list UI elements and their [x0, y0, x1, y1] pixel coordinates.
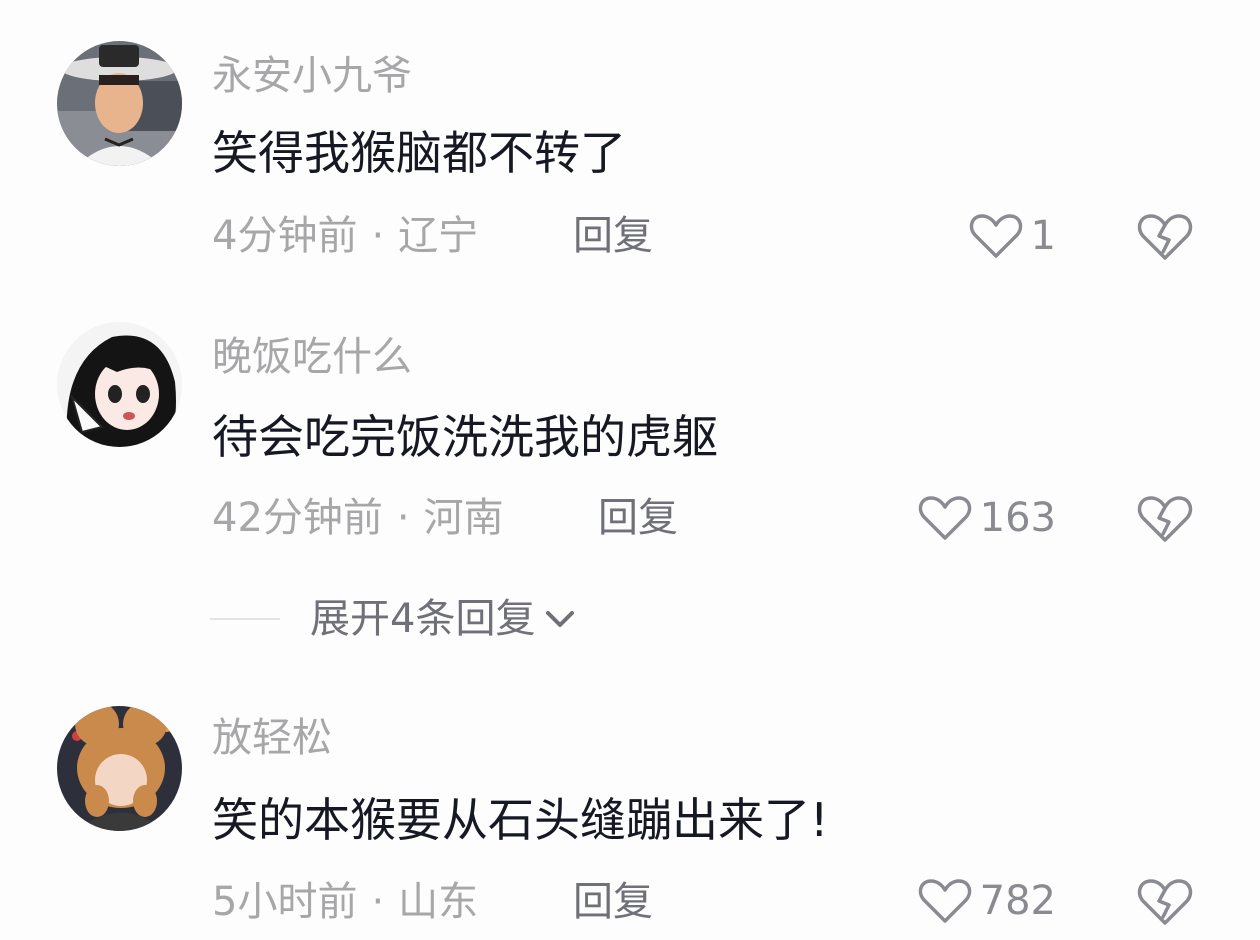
meta-separator: ·	[396, 495, 410, 541]
reply-button[interactable]: 回复	[573, 882, 653, 922]
comment-meta: 42分钟前 · 河南	[212, 498, 504, 538]
comment-location: 河南	[423, 495, 504, 541]
avatar-image-anime-girl	[57, 322, 182, 447]
dislike-button[interactable]	[1137, 492, 1193, 544]
comment-time: 42分钟前	[212, 495, 383, 541]
reply-button[interactable]: 回复	[573, 216, 653, 256]
divider-line	[210, 618, 280, 620]
heart-outline-icon	[969, 214, 1022, 258]
comment-text: 笑得我猴脑都不转了	[212, 126, 626, 180]
heart-outline-icon	[918, 879, 971, 923]
expand-replies-label: 展开4条回复	[310, 596, 536, 642]
like-count: 1	[1030, 213, 1056, 259]
heart-outline-icon	[918, 496, 971, 540]
username[interactable]: 放轻松	[212, 718, 332, 758]
avatar-image-girl-in-bear-hat	[57, 706, 182, 831]
comment-meta: 5小时前 · 山东	[212, 882, 478, 922]
reply-button[interactable]: 回复	[598, 498, 678, 538]
comment-time: 5小时前	[212, 879, 358, 925]
avatar-image-man-with-hat	[57, 41, 182, 166]
comment-location: 辽宁	[398, 213, 479, 259]
avatar[interactable]	[57, 706, 182, 831]
dislike-button[interactable]	[1137, 210, 1193, 262]
dislike-button[interactable]	[1137, 875, 1193, 927]
broken-heart-icon	[1137, 214, 1193, 260]
username[interactable]: 永安小九爷	[212, 56, 412, 96]
avatar[interactable]	[57, 41, 182, 166]
username[interactable]: 晚饭吃什么	[212, 337, 412, 377]
chevron-down-icon	[546, 611, 575, 627]
like-button[interactable]: 1	[969, 210, 1056, 262]
avatar[interactable]	[57, 322, 182, 447]
like-button[interactable]: 782	[918, 875, 1056, 927]
meta-separator: ·	[371, 213, 385, 259]
like-button[interactable]: 163	[918, 492, 1056, 544]
broken-heart-icon	[1137, 879, 1193, 925]
broken-heart-icon	[1137, 496, 1193, 542]
comment-text: 待会吃完饭洗洗我的虎躯	[212, 410, 718, 464]
like-count: 163	[979, 495, 1056, 541]
comment-location: 山东	[398, 879, 479, 925]
comment-time: 4分钟前	[212, 213, 358, 259]
meta-separator: ·	[371, 879, 385, 925]
like-count: 782	[979, 878, 1056, 924]
comment-text: 笑的本猴要从石头缝蹦出来了!	[212, 793, 829, 847]
expand-replies-button[interactable]: 展开4条回复	[210, 594, 577, 644]
comment-meta: 4分钟前 · 辽宁	[212, 216, 478, 256]
